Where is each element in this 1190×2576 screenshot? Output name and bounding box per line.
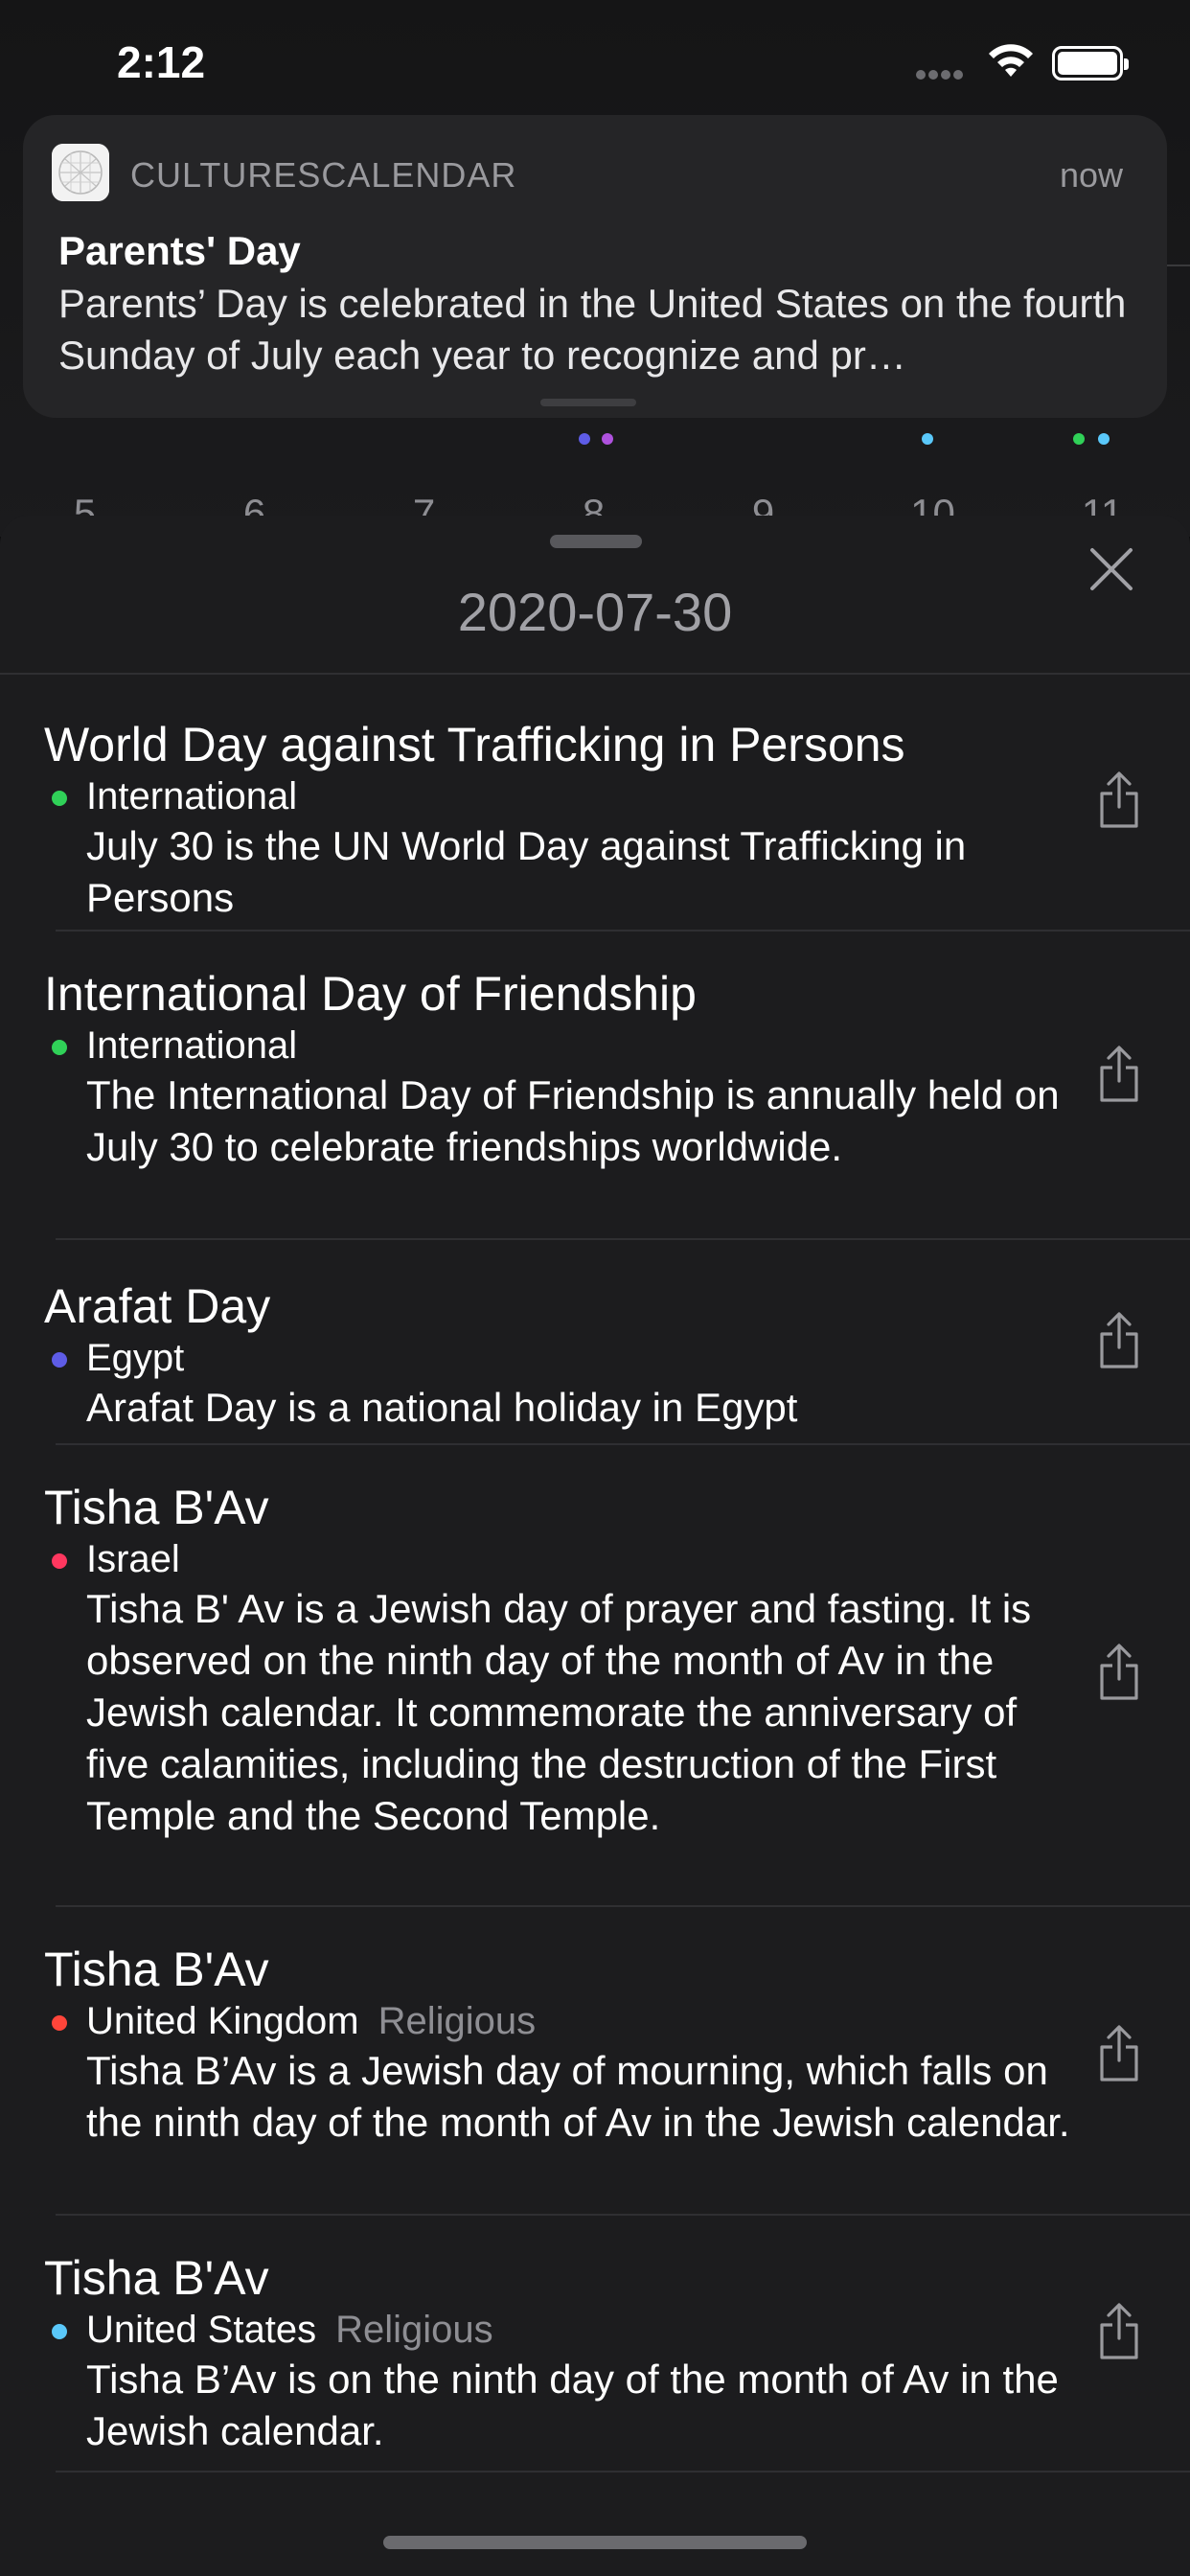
event-title: Tisha B'Av <box>44 1943 269 1996</box>
event-meta: Israel <box>44 1535 1190 1583</box>
notification-banner[interactable]: CULTURESCALENDAR now Parents' Day Parent… <box>23 115 1167 418</box>
event-meta: Egypt <box>44 1334 1190 1382</box>
share-icon[interactable] <box>1096 1311 1142 1370</box>
wifi-icon <box>989 44 1033 77</box>
notification-app-name: CULTURESCALENDAR <box>130 155 517 195</box>
event-meta: International <box>44 1022 1190 1070</box>
event-row[interactable]: Tisha B'Av United States Religious Tisha … <box>0 2216 1190 2472</box>
status-bar: 2:12 <box>0 0 1190 128</box>
home-indicator[interactable] <box>383 2536 807 2549</box>
event-region: United States <box>86 2309 317 2351</box>
share-icon[interactable] <box>1096 2302 1142 2361</box>
event-region: International <box>86 1024 298 1067</box>
event-row[interactable]: Tisha B'Av Israel Tisha B' Av is a Jewis… <box>0 1445 1190 1907</box>
event-dot <box>922 433 933 445</box>
event-description: Tisha B’Av is on the ninth day of the mo… <box>86 2357 1059 2453</box>
event-row[interactable]: World Day against Trafficking in Persons… <box>0 675 1190 932</box>
notification-grabber <box>540 399 636 406</box>
event-dot <box>1098 433 1110 445</box>
event-title: Tisha B'Av <box>44 1481 269 1534</box>
event-region: Egypt <box>86 1337 185 1379</box>
event-description: Tisha B' Av is a Jewish day of prayer an… <box>86 1586 1032 1838</box>
region-dot <box>52 1040 67 1055</box>
event-dot <box>602 433 613 445</box>
event-row[interactable]: International Day of Friendship Internat… <box>0 932 1190 1240</box>
event-region: International <box>86 775 298 817</box>
event-dot <box>579 433 590 445</box>
divider <box>56 2471 1190 2472</box>
event-dot <box>1073 433 1085 445</box>
event-description: Arafat Day is a national holiday in Egyp… <box>86 1385 798 1430</box>
share-icon[interactable] <box>1096 2024 1142 2083</box>
region-dot <box>52 2324 67 2339</box>
region-dot <box>52 791 67 806</box>
app-screen: 5 6 7 8 9 10 11 2:12 CULTURESCALENDAR now Par <box>0 0 1190 2576</box>
event-description: July 30 is the UN World Day against Traf… <box>86 823 967 920</box>
event-title: Tisha B'Av <box>44 2251 269 2305</box>
event-region: United Kingdom <box>86 2000 359 2042</box>
event-row[interactable]: Tisha B'Av United Kingdom Religious Tisha… <box>0 1907 1190 2216</box>
region-dot <box>52 2015 67 2031</box>
notification-body: Parents’ Day is celebrated in the United… <box>58 281 1127 378</box>
event-title: International Day of Friendship <box>44 967 697 1021</box>
cellular-signal-icon <box>916 67 972 80</box>
event-title: World Day against Trafficking in Persons <box>44 718 905 771</box>
day-events-sheet: 2020-07-30 World Day against Trafficking… <box>0 516 1190 2576</box>
event-meta: International <box>44 772 1190 820</box>
share-icon[interactable] <box>1096 1045 1142 1104</box>
event-region: Israel <box>86 1538 180 1580</box>
event-title: Arafat Day <box>44 1279 271 1333</box>
region-dot <box>52 1352 67 1368</box>
event-category-tag: Religious <box>378 2000 537 2042</box>
event-meta: United Kingdom Religious <box>44 1997 1190 2045</box>
notification-time: now <box>1059 155 1123 195</box>
region-dot <box>52 1553 67 1569</box>
notification-title: Parents' Day <box>58 228 301 273</box>
event-description: The International Day of Friendship is a… <box>86 1072 1060 1169</box>
share-icon[interactable] <box>1096 770 1142 830</box>
battery-icon <box>1052 46 1129 80</box>
event-description: Tisha B’Av is a Jewish day of mourning, … <box>86 2048 1070 2145</box>
share-icon[interactable] <box>1096 1643 1142 1702</box>
sheet-drag-handle[interactable] <box>550 535 642 548</box>
status-time: 2:12 <box>117 37 206 87</box>
selected-date: 2020-07-30 <box>457 582 733 642</box>
event-list: World Day against Trafficking in Persons… <box>0 675 1190 2472</box>
app-icon <box>52 144 109 201</box>
event-category-tag: Religious <box>335 2309 493 2351</box>
event-meta: United States Religious <box>44 2306 1190 2354</box>
event-row[interactable]: Arafat Day Egypt Arafat Day is a nationa… <box>0 1240 1190 1445</box>
event-dots-row <box>0 433 1190 447</box>
